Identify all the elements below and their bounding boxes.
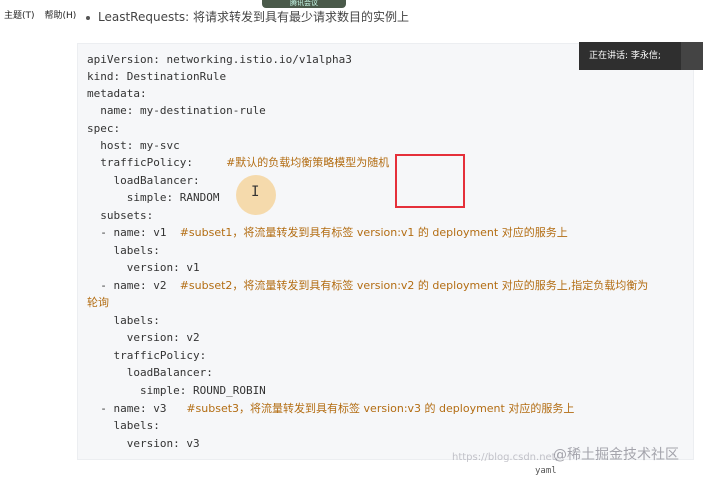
speaking-panel-edge [681,42,703,70]
code-line: spec: [87,122,121,135]
code-line: - name: v1 #subset1，将流量转发到具有标签 version:v… [87,226,568,239]
code-block: apiVersion: networking.istio.io/v1alpha3… [77,43,694,460]
code-line: metadata: [87,87,147,100]
code-comment: #默认的负载均衡策略模型为随机 [226,156,390,169]
previous-paragraph-text: LeastRequests: 将请求转发到具有最少请求数目的实例上 [98,10,410,24]
code-line: name: my-destination-rule [87,104,266,117]
code-line: kind: DestinationRule [87,70,227,83]
bullet-icon [86,15,90,20]
code-line: version: v1 [87,261,200,274]
text-cursor-icon: I [251,184,260,200]
code-line: - name: v3 #subset3，将流量转发到具有标签 version:v… [87,402,575,415]
code-line: loadBalancer: [87,174,200,187]
code-language-label: yaml [535,466,557,476]
menu-bar: 主题(T) 帮助(H) [0,8,76,28]
meeting-tab[interactable]: 腾讯会议 [262,0,346,8]
code-line: subsets: [87,209,154,222]
community-watermark: @稀土掘金技术社区 [553,447,679,463]
code-line: trafficPolicy: #默认的负载均衡策略模型为随机 [87,156,390,169]
annotation-box [395,154,465,208]
code-comment: #subset2，将流量转发到具有标签 version:v2 的 deploym… [179,279,649,292]
code-comment: 轮询 [87,296,109,309]
code-comment: #subset1，将流量转发到具有标签 version:v1 的 deploym… [179,226,568,239]
code-line: simple: ROUND_ROBIN [87,384,266,397]
code-line: trafficPolicy: [87,349,207,362]
menu-theme[interactable]: 主题(T) [4,8,35,28]
code-comment: #subset3，将流量转发到具有标签 version:v3 的 deploym… [186,402,575,415]
code-line: simple: RANDOM [87,191,220,204]
code-line: version: v3 [87,437,200,450]
code-line: labels: [87,314,160,327]
code-line: apiVersion: networking.istio.io/v1alpha3 [87,53,352,66]
previous-paragraph: LeastRequests: 将请求转发到具有最少请求数目的实例上 [86,10,446,26]
code-line: host: my-svc [87,139,180,152]
code-line: labels: [87,419,160,432]
code-line: version: v2 [87,331,200,344]
code-line: labels: [87,244,160,257]
code-line: - name: v2 #subset2，将流量转发到具有标签 version:v… [87,279,649,292]
menu-help[interactable]: 帮助(H) [45,8,77,28]
code-line: loadBalancer: [87,366,213,379]
code-line: 轮询 [87,294,109,311]
watermark: https://blog.csdn.net/ [452,452,559,463]
